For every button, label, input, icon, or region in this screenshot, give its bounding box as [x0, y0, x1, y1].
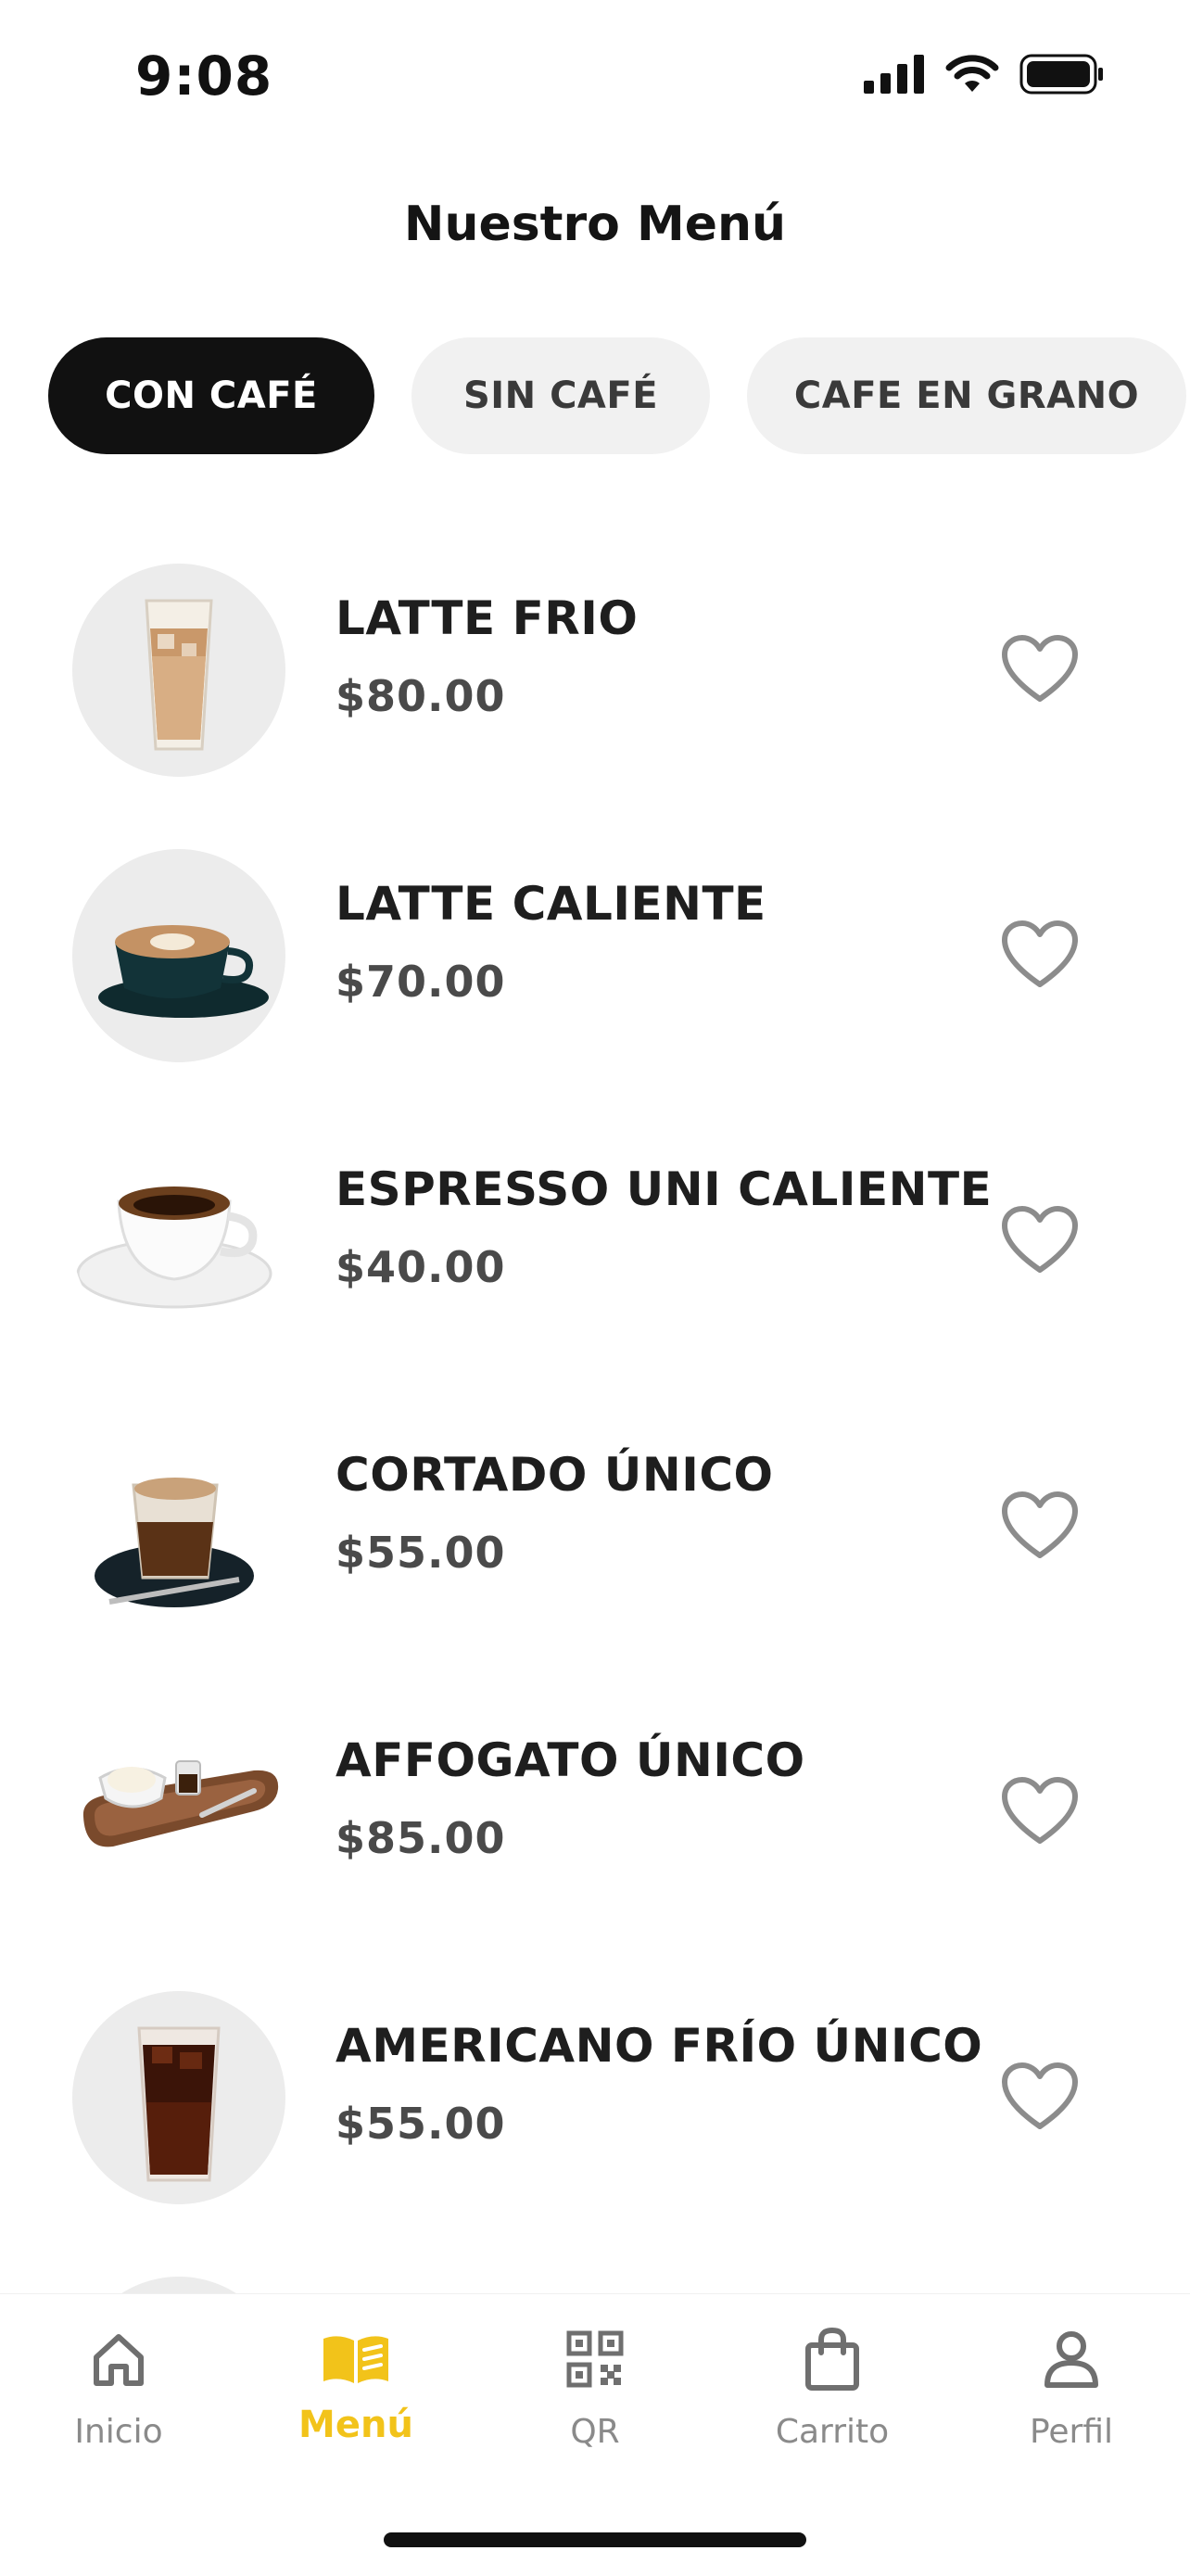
item-name: LATTE FRIO [335, 591, 639, 645]
category-chip-cafe-en-grano[interactable]: CAFE EN GRANO [747, 337, 1186, 454]
tab-inicio[interactable]: Inicio [26, 2322, 211, 2451]
category-chip-con-cafe[interactable]: CON CAFÉ [48, 337, 374, 454]
menu-item[interactable]: ESPRESSO UNI CALIENTE $40.00 [0, 1114, 1190, 1400]
tab-menu[interactable]: Menú [263, 2322, 449, 2446]
tab-carrito[interactable]: Carrito [740, 2322, 925, 2451]
item-price: $40.00 [335, 1242, 506, 1292]
item-price: $55.00 [335, 2099, 506, 2149]
item-price: $85.00 [335, 1813, 506, 1863]
item-price: $70.00 [335, 957, 506, 1007]
item-name: AFFOGATO ÚNICO [335, 1733, 805, 1787]
signal-icon [864, 55, 924, 94]
heart-icon[interactable] [1001, 1491, 1079, 1561]
home-indicator [384, 2532, 806, 2547]
home-icon [94, 2334, 144, 2386]
espresso-image [72, 1135, 285, 1348]
tab-label: Carrito [775, 2413, 890, 2451]
bag-icon [805, 2327, 859, 2391]
tab-label: Perfil [1029, 2413, 1114, 2451]
status-icons [864, 54, 1105, 95]
iced-latte-image [72, 564, 285, 777]
menu-item[interactable]: LATTE FRIO $80.00 [0, 543, 1190, 829]
hot-latte-image [72, 849, 285, 1062]
category-chip-sin-cafe[interactable]: SIN CAFÉ [411, 337, 710, 454]
tab-label: QR [570, 2413, 620, 2451]
heart-icon[interactable] [1001, 2062, 1079, 2132]
page-title: Nuestro Menú [403, 197, 787, 252]
book-icon [323, 2336, 388, 2383]
affogato-image [72, 1706, 285, 1919]
tab-perfil[interactable]: Perfil [979, 2322, 1164, 2451]
item-name: CORTADO ÚNICO [335, 1448, 774, 1502]
heart-icon[interactable] [1001, 920, 1079, 990]
menu-item[interactable]: AFFOGATO ÚNICO $85.00 [0, 1685, 1190, 1971]
user-icon [1044, 2331, 1098, 2388]
heart-icon[interactable] [1001, 1205, 1079, 1275]
item-name: LATTE CALIENTE [335, 877, 766, 931]
status-bar: 9:08 [0, 0, 1190, 158]
heart-icon[interactable] [1001, 1776, 1079, 1846]
wifi-icon [945, 55, 999, 92]
item-name: AMERICANO FRÍO ÚNICO [335, 2019, 983, 2073]
item-price: $80.00 [335, 671, 506, 721]
tab-qr[interactable]: QR [502, 2322, 688, 2451]
cortado-image [72, 1420, 285, 1633]
battery-icon [1019, 54, 1103, 95]
menu-item[interactable]: CORTADO ÚNICO $55.00 [0, 1400, 1190, 1685]
item-price: $55.00 [335, 1528, 506, 1578]
status-time: 9:08 [135, 44, 273, 108]
iced-americano-image [72, 1991, 285, 2204]
category-tabs: CON CAFÉ SIN CAFÉ CAFE EN GRANO [48, 337, 1190, 454]
item-name: ESPRESSO UNI CALIENTE [335, 1162, 993, 1216]
menu-item[interactable]: AMERICANO FRÍO ÚNICO $55.00 [0, 1971, 1190, 2256]
tab-label: Inicio [74, 2413, 163, 2451]
heart-icon[interactable] [1001, 634, 1079, 704]
qr-icon [566, 2330, 624, 2388]
tab-label: Menú [298, 2404, 413, 2446]
menu-item[interactable]: LATTE CALIENTE $70.00 [0, 829, 1190, 1114]
